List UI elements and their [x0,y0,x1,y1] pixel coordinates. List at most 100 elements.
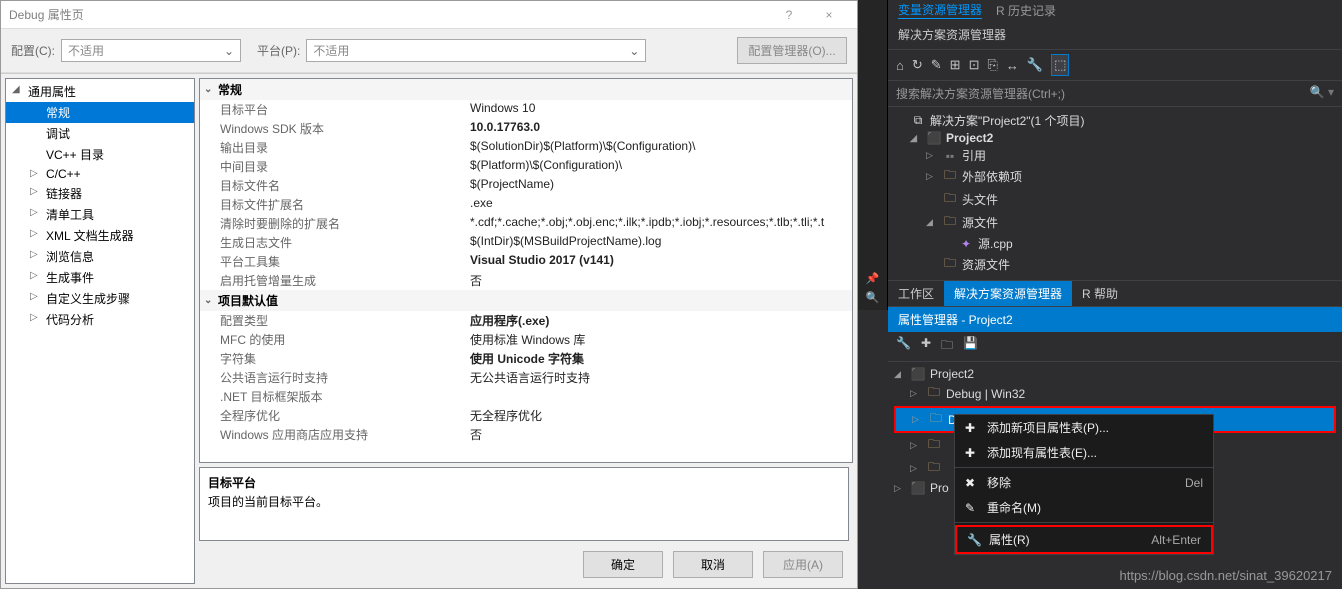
property-row[interactable]: 中间目录$(Platform)\$(Configuration)\ [200,157,852,176]
source-file-node[interactable]: ✦源.cpp [894,234,1336,253]
property-row[interactable]: Windows SDK 版本10.0.17763.0 [200,119,852,138]
property-row[interactable]: 目标平台Windows 10 [200,100,852,119]
config-label: 配置(C): [11,42,55,59]
toolbar-icon[interactable]: ✎ [931,57,942,73]
solution-toolbar: ⌂ ↻ ✎ ⊞ ⊡ ⎘ ↔ 🔧 ⬚ [888,50,1342,81]
menu-item[interactable]: ✖移除Del [955,470,1213,495]
folder-icon[interactable]: 🗀 [941,336,953,357]
watermark: https://blog.csdn.net/sinat_39620217 [1120,568,1333,583]
platform-value: 不适用 [313,42,349,59]
tree-node[interactable]: ▷XML 文档生成器 [6,225,194,246]
tree-node[interactable]: ▷浏览信息 [6,246,194,267]
dialog-title: Debug 属性页 [9,6,84,23]
property-row[interactable]: 生成日志文件$(IntDir)$(MSBuildProjectName).log [200,233,852,252]
wrench-icon[interactable]: 🔧 [896,336,911,357]
property-row[interactable]: 配置类型应用程序(.exe) [200,311,852,330]
sources-node[interactable]: ◢🗀源文件 [894,211,1336,234]
project-node[interactable]: ◢⬛Project2 [894,130,1336,146]
visual-studio-panel: 📌 🔍 变量资源管理器 R 历史记录 解决方案资源管理器 ⌂ ↻ ✎ ⊞ ⊡ ⎘ ↔ 🔧 ⬚ 搜… [858,0,1342,589]
platform-label: 平台(P): [257,42,300,59]
tab-r-history[interactable]: R 历史记录 [996,2,1056,19]
chevron-down-icon: ⌄ [629,44,639,58]
toolbar-icon[interactable]: 🔧 [1027,57,1043,73]
tree-node[interactable]: ▷生成事件 [6,267,194,288]
config-row: 配置(C): 不适用⌄ 平台(P): 不适用⌄ 配置管理器(O)... [1,29,857,73]
property-manager-tree[interactable]: ◢⬛Project2 ▷🗀Debug | Win32 ▷🗀Debug | x64… [888,362,1342,500]
menu-item[interactable]: ✎重命名(M) [955,495,1213,520]
category-header[interactable]: ⌄项目默认值 [200,290,852,311]
config-combo[interactable]: 不适用⌄ [61,39,241,62]
property-pages-dialog: Debug 属性页 ? × 配置(C): 不适用⌄ 平台(P): 不适用⌄ 配置… [0,0,858,589]
tree-node[interactable]: ▷C/C++ [6,165,194,183]
description-title: 目标平台 [208,474,840,491]
resources-node[interactable]: 🗀资源文件 [894,253,1336,276]
menu-item[interactable]: 🔧属性(R)Alt+Enter [955,525,1213,554]
property-row[interactable]: 输出目录$(SolutionDir)$(Platform)\$(Configur… [200,138,852,157]
references-node[interactable]: ▷▪▪引用 [894,146,1336,165]
search-icon: 🔍 ▾ [1310,85,1334,99]
toolbar-icon[interactable]: ↔ [1006,58,1019,73]
toolbar-icon[interactable]: ⊡ [969,57,980,73]
tree-node[interactable]: ▷链接器 [6,183,194,204]
property-row[interactable]: 目标文件扩展名.exe [200,195,852,214]
property-grid[interactable]: ⌄常规目标平台Windows 10Windows SDK 版本10.0.1776… [199,78,853,463]
save-icon[interactable]: 💾 [963,336,978,357]
tab-r-help[interactable]: R 帮助 [1072,281,1128,306]
toolbar-icon[interactable]: ⎘ [987,57,997,73]
category-header[interactable]: ⌄常规 [200,79,852,100]
tree-node[interactable]: 调试 [6,123,194,144]
property-row[interactable]: 平台工具集Visual Studio 2017 (v141) [200,252,852,271]
pm-project-node[interactable]: ◢⬛Project2 [894,366,1336,382]
tree-node[interactable]: ◢通用属性 [6,81,194,102]
cancel-button[interactable]: 取消 [673,551,753,578]
ok-button[interactable]: 确定 [583,551,663,578]
add-icon[interactable]: ✚ [921,336,931,357]
property-manager-toolbar: 🔧 ✚ 🗀 💾 [888,332,1342,362]
solution-node[interactable]: ⧉解决方案"Project2"(1 个项目) [894,111,1336,130]
tree-node[interactable]: VC++ 目录 [6,144,194,165]
toolbar-icon[interactable]: ⊞ [950,57,961,73]
tree-node[interactable]: ▷自定义生成步骤 [6,288,194,309]
property-row[interactable]: 全程序优化无全程序优化 [200,406,852,425]
toolbar-icon[interactable]: ↻ [912,57,923,73]
top-tabs: 变量资源管理器 R 历史记录 [888,0,1342,20]
property-manager-title: 属性管理器 - Project2 [888,307,1342,332]
menu-item[interactable]: ✚添加现有属性表(E)... [955,440,1213,465]
property-row[interactable]: Windows 应用商店应用支持否 [200,425,852,444]
pin-icon[interactable]: 📌 [866,272,880,285]
headers-node[interactable]: 🗀头文件 [894,188,1336,211]
pm-config-win32[interactable]: ▷🗀Debug | Win32 [894,382,1336,405]
chevron-down-icon: ⌄ [224,44,234,58]
close-button[interactable]: × [809,8,849,22]
property-row[interactable]: MFC 的使用使用标准 Windows 库 [200,330,852,349]
context-menu: ✚添加新项目属性表(P)...✚添加现有属性表(E)... ✖移除Del✎重命名(… [954,414,1214,555]
solution-search[interactable]: 搜索解决方案资源管理器(Ctrl+;) 🔍 ▾ [888,81,1342,107]
dialog-titlebar: Debug 属性页 ? × [1,1,857,29]
property-row[interactable]: 目标文件名$(ProjectName) [200,176,852,195]
platform-combo[interactable]: 不适用 ⌄ [306,39,646,62]
description-box: 目标平台 项目的当前目标平台。 [199,467,849,541]
property-row[interactable]: 字符集使用 Unicode 字符集 [200,349,852,368]
toolbar-icon[interactable]: ⬚ [1051,54,1069,76]
description-body: 项目的当前目标平台。 [208,493,840,510]
help-button[interactable]: ? [769,8,809,22]
tree-node[interactable]: ▷清单工具 [6,204,194,225]
property-row[interactable]: 清除时要删除的扩展名*.cdf;*.cache;*.obj;*.obj.enc;… [200,214,852,233]
toolbar-icon[interactable]: ⌂ [896,58,904,73]
tab-workspace[interactable]: 工作区 [888,281,944,306]
menu-item[interactable]: ✚添加新项目属性表(P)... [955,415,1213,440]
tab-variable-explorer[interactable]: 变量资源管理器 [898,1,982,19]
tree-node[interactable]: ▷代码分析 [6,309,194,330]
tab-solution-explorer[interactable]: 解决方案资源管理器 [944,281,1072,306]
apply-button[interactable]: 应用(A) [763,551,843,578]
property-row[interactable]: .NET 目标框架版本 [200,387,852,406]
config-manager-button[interactable]: 配置管理器(O)... [737,37,847,64]
search-placeholder: 搜索解决方案资源管理器(Ctrl+;) [896,87,1065,101]
tree-node[interactable]: 常规 [6,102,194,123]
solution-tree[interactable]: ⧉解决方案"Project2"(1 个项目) ◢⬛Project2 ▷▪▪引用 … [888,107,1342,280]
external-deps-node[interactable]: ▷🗀外部依赖项 [894,165,1336,188]
property-row[interactable]: 启用托管增量生成否 [200,271,852,290]
category-tree[interactable]: ◢通用属性常规调试VC++ 目录▷C/C++▷链接器▷清单工具▷XML 文档生成… [5,78,195,584]
property-row[interactable]: 公共语言运行时支持无公共语言运行时支持 [200,368,852,387]
search-icon[interactable]: 🔍 [866,291,880,304]
